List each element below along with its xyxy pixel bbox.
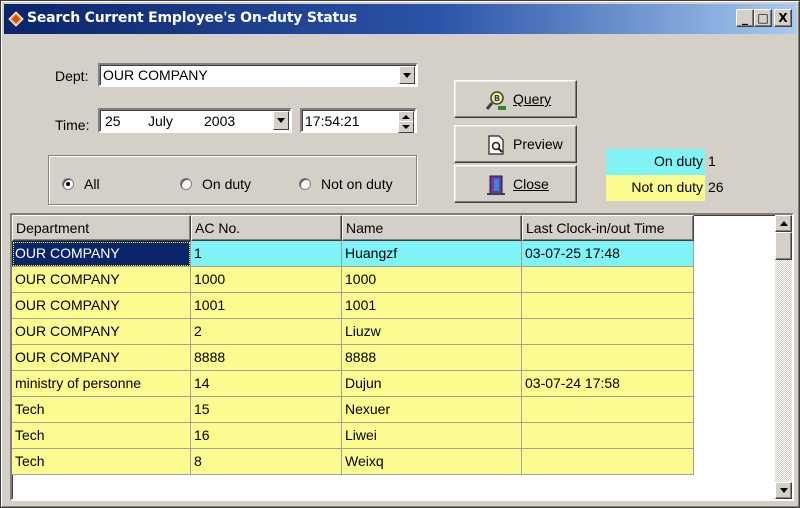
cell-last-clock[interactable] (522, 267, 694, 293)
cell-department[interactable]: OUR COMPANY (12, 319, 191, 345)
preview-label: Preview (513, 136, 563, 152)
legend-on-duty-label: On duty (653, 153, 703, 169)
close-button[interactable]: Close (454, 165, 577, 203)
table-row[interactable]: OUR COMPANY 1001 1001 (12, 293, 694, 319)
cell-ac-no[interactable]: 16 (191, 423, 342, 449)
cell-department[interactable]: Tech (12, 449, 191, 475)
legend-not-on-duty-count: 26 (708, 179, 724, 195)
cell-last-clock[interactable]: 03-07-25 17:48 (522, 241, 694, 267)
query-magnifier-icon: B (485, 91, 506, 110)
maximize-button[interactable]: □ (754, 9, 772, 27)
cell-department[interactable]: OUR COMPANY (12, 345, 191, 371)
cell-ac-no[interactable]: 1000 (191, 267, 342, 293)
dept-label: Dept: (55, 68, 89, 84)
cell-ac-no[interactable]: 15 (191, 397, 342, 423)
cell-name[interactable]: Liuzw (342, 319, 522, 345)
radio-on-duty-dot[interactable] (180, 178, 192, 190)
cell-name[interactable]: Dujun (342, 371, 522, 397)
legend-not-on-duty-swatch: Not on duty (606, 175, 705, 201)
cell-last-clock[interactable] (522, 319, 694, 345)
preview-button[interactable]: Preview (454, 125, 577, 163)
legend-on-duty-swatch: On duty (606, 149, 705, 175)
time-picker[interactable]: 17:54:21 (300, 108, 417, 133)
grid-vertical-scrollbar[interactable] (775, 215, 792, 499)
title-bar[interactable]: Search Current Employee's On-duty Status… (4, 4, 796, 34)
cell-ac-no[interactable]: 1001 (191, 293, 342, 319)
table-row[interactable]: OUR COMPANY 2 Liuzw (12, 319, 694, 345)
close-door-icon (487, 175, 505, 195)
cell-ac-no[interactable]: 8888 (191, 345, 342, 371)
table-row[interactable]: OUR COMPANY 1000 1000 (12, 267, 694, 293)
date-dropdown-arrow-icon[interactable] (273, 111, 289, 130)
cell-last-clock[interactable] (522, 293, 694, 319)
preview-document-icon (488, 135, 504, 155)
query-label: Query (513, 91, 552, 107)
close-window-button[interactable]: X (774, 9, 792, 27)
radio-all-dot[interactable] (62, 178, 74, 190)
grid-header: Department AC No. Name Last Clock-in/out… (12, 215, 694, 241)
column-header-department[interactable]: Department (12, 215, 191, 241)
cell-ac-no[interactable]: 2 (191, 319, 342, 345)
column-header-name[interactable]: Name (342, 215, 522, 241)
radio-on-duty-label[interactable]: On duty (202, 176, 251, 192)
app-icon (8, 11, 24, 27)
close-label: Close (513, 176, 549, 192)
scroll-down-arrow-icon[interactable] (775, 482, 792, 499)
cell-department[interactable]: ministry of personne (12, 371, 191, 397)
svg-text:B: B (494, 94, 500, 103)
table-row[interactable]: Tech 16 Liwei (12, 423, 694, 449)
radio-not-on-duty-label[interactable]: Not on duty (321, 176, 393, 192)
dept-dropdown-arrow-icon[interactable] (399, 66, 415, 84)
column-header-last-clock[interactable]: Last Clock-in/out Time (522, 215, 694, 241)
scroll-thumb[interactable] (775, 232, 792, 260)
time-label: Time: (55, 117, 90, 133)
legend-not-on-duty-label: Not on duty (631, 179, 703, 195)
cell-department[interactable]: OUR COMPANY (12, 241, 191, 267)
table-row[interactable]: ministry of personne 14 Dujun 03-07-24 17:5… (12, 371, 694, 397)
cell-name[interactable]: Liwei (342, 423, 522, 449)
scroll-up-arrow-icon[interactable] (775, 215, 792, 232)
cell-name[interactable]: 8888 (342, 345, 522, 371)
radio-all-label[interactable]: All (84, 176, 100, 192)
table-row[interactable]: OUR COMPANY 1 Huangzf 03-07-25 17:48 (12, 241, 694, 267)
cell-name[interactable]: Huangzf (342, 241, 522, 267)
query-button[interactable]: B Query (454, 80, 577, 118)
employee-status-grid[interactable]: Department AC No. Name Last Clock-in/out… (10, 213, 794, 501)
cell-name[interactable]: 1001 (342, 293, 522, 319)
cell-ac-no[interactable]: 14 (191, 371, 342, 397)
cell-department[interactable]: Tech (12, 423, 191, 449)
radio-not-on-duty-dot[interactable] (299, 178, 311, 190)
table-row[interactable]: OUR COMPANY 8888 8888 (12, 345, 694, 371)
time-down-arrow-icon[interactable] (398, 121, 414, 133)
date-year: 2003 (204, 113, 236, 129)
cell-name[interactable]: 1000 (342, 267, 522, 293)
cell-ac-no[interactable]: 8 (191, 449, 342, 475)
cell-last-clock[interactable] (522, 345, 694, 371)
cell-department[interactable]: Tech (12, 397, 191, 423)
cell-last-clock[interactable] (522, 449, 694, 475)
cell-name[interactable]: Weixq (342, 449, 522, 475)
date-day: 25 (105, 113, 121, 129)
app-window: Search Current Employee's On-duty Status… (0, 0, 800, 508)
cell-department[interactable]: OUR COMPANY (12, 267, 191, 293)
cell-ac-no[interactable]: 1 (191, 241, 342, 267)
cell-name[interactable]: Nexuer (342, 397, 522, 423)
table-row[interactable]: Tech 8 Weixq (12, 449, 694, 475)
dept-select[interactable]: OUR COMPANY (98, 63, 418, 87)
cell-department[interactable]: OUR COMPANY (12, 293, 191, 319)
date-picker[interactable]: 25 July 2003 (98, 108, 292, 133)
cell-last-clock[interactable] (522, 423, 694, 449)
dept-value: OUR COMPANY (103, 67, 208, 83)
cell-last-clock[interactable]: 03-07-24 17:58 (522, 371, 694, 397)
table-row[interactable]: Tech 15 Nexuer (12, 397, 694, 423)
legend-on-duty-count: 1 (708, 153, 716, 169)
date-month: July (148, 113, 173, 129)
time-value: 17:54:21 (305, 113, 360, 129)
column-header-ac-no[interactable]: AC No. (191, 215, 342, 241)
cell-last-clock[interactable] (522, 397, 694, 423)
window-title: Search Current Employee's On-duty Status (27, 10, 357, 26)
minimize-button[interactable]: _ (736, 9, 754, 27)
